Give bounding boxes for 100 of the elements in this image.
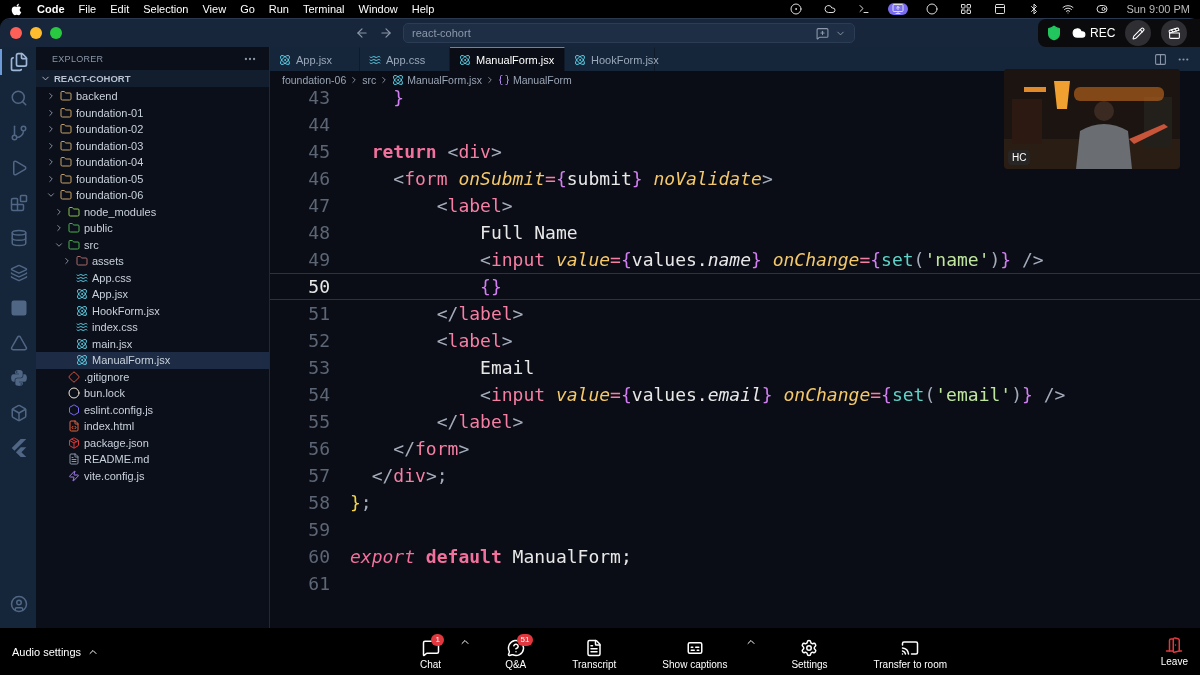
apple-icon[interactable] — [10, 2, 23, 16]
clapperboard-button[interactable] — [1161, 20, 1188, 46]
react-icon — [76, 288, 88, 301]
file-tree-item[interactable]: foundation-01 — [36, 104, 269, 121]
code-line: <input value={values.email} onChange={set('email')} /> — [479, 384, 1066, 405]
line-number: 49 — [307, 249, 330, 270]
meeting-control[interactable]: Chat 1 — [408, 633, 454, 670]
file-tree-item[interactable]: node_modules — [36, 203, 269, 220]
forward-icon[interactable] — [379, 26, 393, 40]
line-number: 53 — [307, 357, 330, 378]
menu-item[interactable]: Selection — [143, 3, 189, 15]
menu-item[interactable]: Terminal — [303, 3, 345, 15]
file-tree-item[interactable]: foundation-02 — [36, 121, 269, 138]
braces-icon — [497, 73, 510, 86]
file-tree-item[interactable]: public — [36, 220, 269, 237]
transcript-icon — [585, 638, 604, 657]
menu-item[interactable]: File — [78, 3, 97, 15]
cast-icon — [901, 638, 920, 657]
file-tree-item[interactable]: vite.config.js — [36, 467, 269, 484]
chat-icon[interactable] — [816, 26, 829, 40]
meeting-control[interactable]: Settings — [779, 633, 840, 670]
line-number: 52 — [307, 330, 330, 351]
chevron-right-icon — [46, 107, 56, 118]
react-icon — [279, 53, 291, 66]
file-tree-item[interactable]: foundation-03 — [36, 137, 269, 154]
file-tree-item[interactable]: eslint.config.js — [36, 401, 269, 418]
meeting-control[interactable]: Transfer to room — [861, 633, 960, 670]
close-button[interactable] — [10, 27, 22, 39]
minimize-button[interactable] — [30, 27, 42, 39]
split-editor-icon[interactable] — [1154, 52, 1167, 66]
folder-icon — [60, 156, 72, 169]
menu-item[interactable]: Window — [358, 3, 398, 15]
file-tree-item[interactable]: HookForm.jsx — [36, 302, 269, 319]
menu-item[interactable]: Go — [240, 3, 255, 15]
back-icon[interactable] — [355, 26, 369, 40]
file-tree-item[interactable]: App.jsx — [36, 286, 269, 303]
file-tree-item[interactable]: App.css — [36, 269, 269, 286]
meeting-control[interactable]: Transcript — [560, 633, 629, 670]
file-tree-item[interactable]: index.html — [36, 418, 269, 435]
command-center-field[interactable]: react-cohort — [403, 23, 855, 43]
file-tree-item[interactable]: bun.lock — [36, 385, 269, 402]
file-tree-item[interactable]: package.json — [36, 434, 269, 451]
menu-item[interactable]: View — [202, 3, 227, 15]
line-number: 59 — [307, 519, 330, 540]
diamond-icon — [68, 370, 80, 383]
file-tree-item[interactable]: index.css — [36, 319, 269, 336]
file-tree-item[interactable]: main.jsx — [36, 335, 269, 352]
menu-item[interactable]: Run — [268, 3, 289, 15]
file-tree-item[interactable]: .gitignore — [36, 368, 269, 385]
code-line: <label> — [435, 195, 513, 216]
pencil-button[interactable] — [1125, 20, 1152, 46]
chevron-right-icon — [46, 140, 56, 151]
file-tree-item[interactable]: foundation-05 — [36, 170, 269, 187]
file-tree-item[interactable]: ManualForm.jsx — [36, 352, 269, 369]
folder-header[interactable]: REACT-COHORT — [36, 70, 269, 87]
shield-icon — [1046, 25, 1062, 41]
breadcrumb-item[interactable]: foundation-06 — [282, 73, 347, 86]
breadcrumb-item[interactable]: ManualForm — [497, 73, 572, 86]
chevron-right-icon — [54, 206, 64, 217]
maximize-button[interactable] — [50, 27, 62, 39]
code-line: {} — [479, 276, 502, 297]
code-line: return <div> — [370, 141, 502, 162]
clapperboard-icon — [1167, 26, 1181, 40]
code-line: <form onSubmit={submit} noValidate> — [392, 168, 773, 189]
audio-settings-button[interactable]: Audio settings — [12, 645, 408, 658]
line-number: 61 — [307, 573, 330, 594]
code-line: </form> — [392, 438, 470, 459]
menu-item[interactable]: Code — [37, 3, 65, 15]
menu-item[interactable]: Edit — [110, 3, 130, 15]
menu-item[interactable]: Help — [411, 3, 435, 15]
leave-button[interactable]: Leave — [1160, 636, 1188, 667]
line-number: 54 — [307, 384, 330, 405]
recording-indicator: REC — [1072, 26, 1116, 40]
file-tree-item[interactable]: src — [36, 236, 269, 253]
chevron-right-icon — [46, 124, 56, 135]
clock: Sun 9:00 PM — [1126, 3, 1190, 15]
file-tree-item[interactable]: assets — [36, 253, 269, 270]
react-icon — [76, 304, 88, 317]
file-tree-item[interactable]: foundation-06 — [36, 187, 269, 204]
count-badge: 1 — [431, 633, 444, 646]
react-icon — [392, 73, 405, 86]
breadcrumb-item[interactable]: src — [362, 73, 377, 86]
folder-icon — [68, 205, 80, 218]
react-icon — [76, 337, 88, 350]
editor-tab[interactable]: ManualForm.jsx — [450, 47, 565, 71]
circle-icon — [68, 387, 80, 400]
breadcrumb-item[interactable]: ManualForm.jsx — [392, 73, 482, 86]
lightning-icon — [68, 469, 80, 482]
waves-icon — [369, 53, 381, 66]
meeting-control[interactable]: Q&A 51 — [493, 633, 539, 670]
line-number: 48 — [307, 222, 330, 243]
file-tree-item[interactable]: backend — [36, 88, 269, 105]
screen-share-icon[interactable] — [888, 3, 909, 15]
waves-icon — [76, 271, 88, 284]
meeting-control[interactable]: Show captions — [650, 633, 740, 670]
code-line: </label> — [435, 411, 524, 432]
door-icon — [1165, 636, 1184, 654]
file-tree-item[interactable]: README.md — [36, 451, 269, 468]
file-tree-item[interactable]: foundation-04 — [36, 154, 269, 171]
hexagon-icon — [68, 403, 80, 416]
